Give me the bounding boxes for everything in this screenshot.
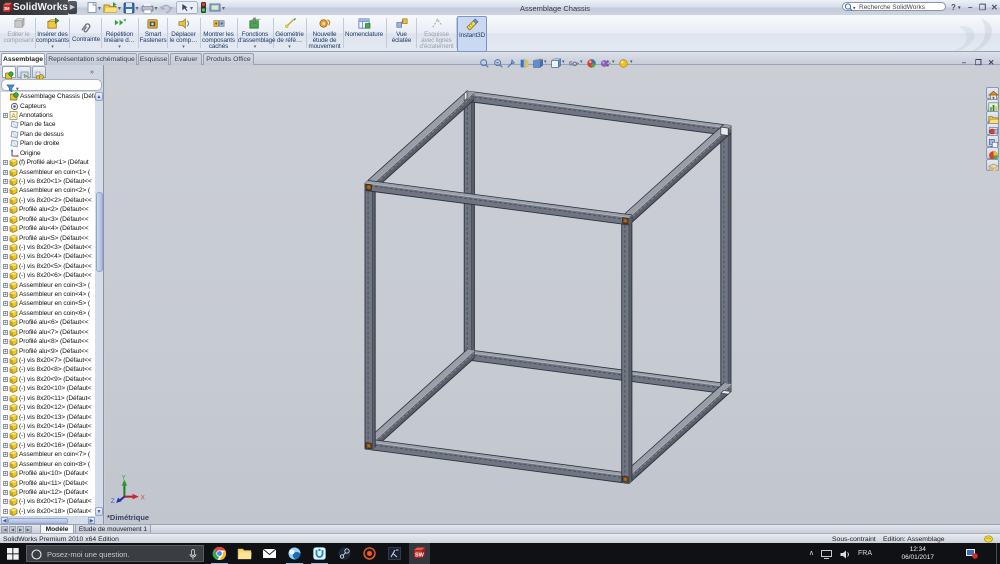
svg-text:A: A	[11, 113, 16, 120]
svg-text:3M: 3M	[4, 6, 10, 11]
svg-text:▾: ▾	[155, 6, 158, 12]
svg-text:▾: ▾	[118, 6, 121, 12]
svg-text:6: 6	[569, 61, 573, 68]
svg-text:X: X	[141, 494, 146, 501]
svg-text:▾: ▾	[170, 6, 173, 12]
svg-text:Z: Z	[111, 498, 115, 504]
svg-text:▾: ▾	[136, 6, 139, 12]
svg-text:▾: ▾	[853, 6, 856, 12]
svg-text:SW: SW	[415, 553, 425, 559]
svg-text:▾: ▾	[190, 6, 193, 12]
svg-text:▾: ▾	[98, 6, 101, 12]
svg-text:▾: ▾	[222, 6, 225, 12]
